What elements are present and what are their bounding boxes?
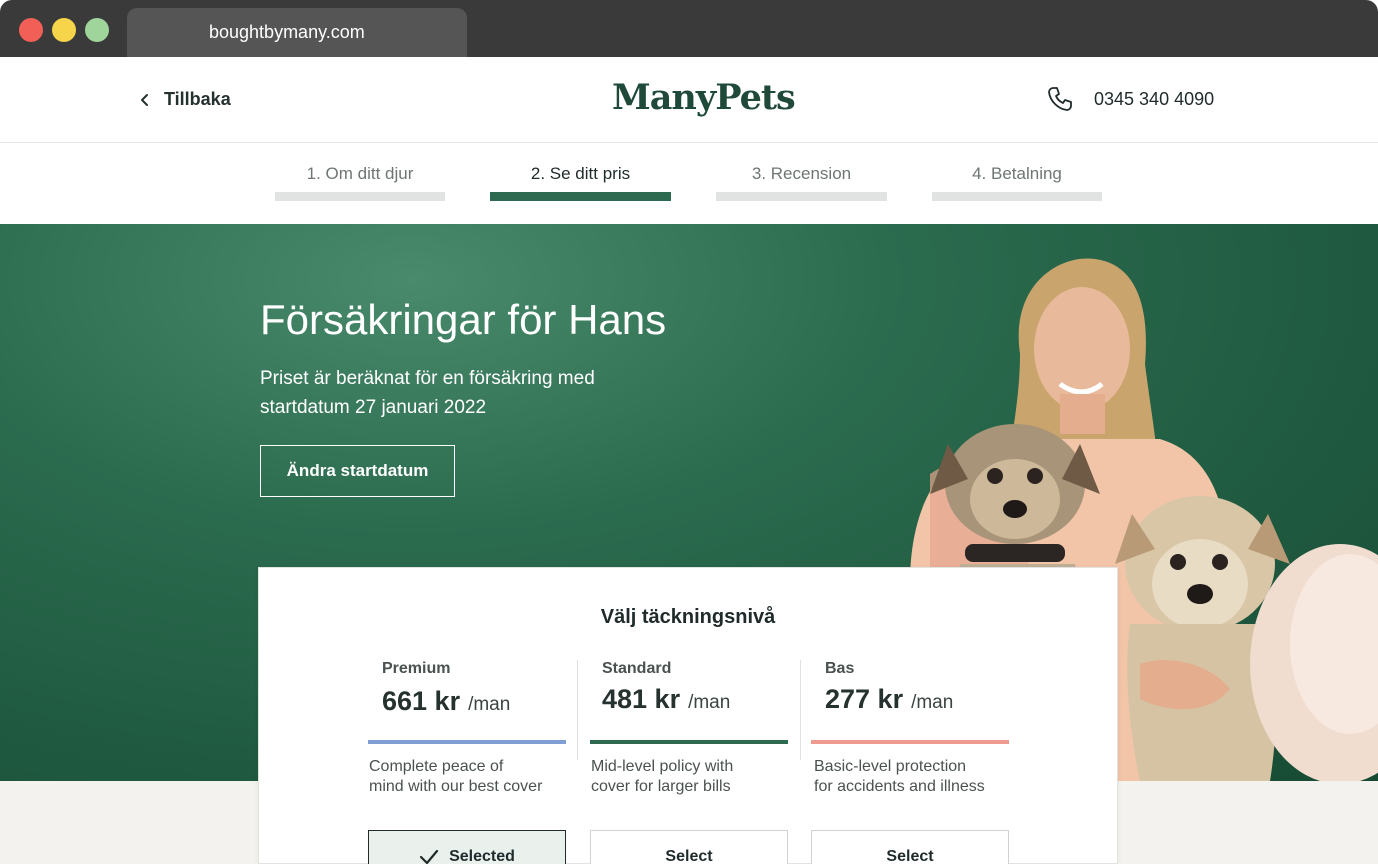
bas-select-button[interactable]: Select (811, 830, 1009, 864)
plan-price-amount: 661 kr (382, 686, 461, 716)
plan-divider (800, 660, 801, 760)
plan-description: Mid-level policy with cover for larger b… (591, 757, 791, 797)
manypets-logo[interactable]: ManyPets (612, 77, 796, 118)
step-bar (932, 192, 1102, 201)
checkmark-icon (419, 849, 439, 864)
chevron-left-icon (141, 93, 148, 106)
minimize-window-button[interactable] (52, 18, 76, 42)
hero-subtitle: Priset är beräknat för en försäkring med… (260, 364, 680, 422)
plan-name: Standard (602, 660, 672, 677)
progress-steps: 1. Om ditt djur 2. Se ditt pris 3. Recen… (0, 143, 1378, 224)
plan-description-line: for accidents and illness (814, 778, 985, 795)
back-label: Tillbaka (164, 89, 231, 109)
step-label: 1. Om ditt djur (306, 164, 414, 183)
coverage-card: Välj täckningsnivå Premium 661 kr/man Co… (258, 567, 1118, 864)
step-bar (716, 192, 887, 201)
plan-price-period: /man (468, 694, 511, 715)
premium-selected-button[interactable]: Selected (368, 830, 566, 864)
plan-price-amount: 277 kr (825, 684, 904, 714)
phone-icon (1048, 87, 1072, 111)
plan-accent-line (368, 740, 566, 744)
plan-button-label: Select (665, 848, 713, 864)
plan-description: Complete peace of mind with our best cov… (369, 757, 569, 797)
plan-bas: Bas 277 kr/man Basic-level protection fo… (811, 660, 1009, 864)
maximize-window-button[interactable] (85, 18, 109, 42)
close-window-button[interactable] (19, 18, 43, 42)
step-bar (275, 192, 445, 201)
plan-accent-line (811, 740, 1009, 744)
phone-contact[interactable]: 0345 340 4090 (1046, 85, 1214, 113)
plan-description: Basic-level protection for accidents and… (814, 757, 1014, 797)
plan-price-period: /man (688, 692, 731, 713)
step-label: 2. Se ditt pris (530, 164, 631, 183)
browser-chrome: boughtbymany.com (0, 0, 1378, 57)
step-se-ditt-pris[interactable]: 2. Se ditt pris (490, 163, 671, 201)
site-header: Tillbaka ManyPets 0345 340 4090 (0, 57, 1378, 143)
plan-divider (577, 660, 578, 760)
step-betalning[interactable]: 4. Betalning (932, 163, 1102, 201)
step-bar (490, 192, 671, 201)
back-link[interactable]: Tillbaka (138, 89, 231, 110)
change-start-date-button[interactable]: Ändra startdatum (260, 445, 455, 497)
plan-description-line: Complete peace of (369, 758, 504, 775)
plan-button-label: Selected (449, 848, 515, 864)
plan-standard: Standard 481 kr/man Mid-level policy wit… (590, 660, 788, 864)
plan-button-label: Select (886, 848, 934, 864)
step-label: 3. Recension (751, 164, 852, 183)
step-om-ditt-djur[interactable]: 1. Om ditt djur (275, 163, 445, 201)
plan-name: Bas (825, 660, 855, 677)
plan-price: 661 kr/man (382, 686, 510, 717)
plan-price-period: /man (911, 692, 954, 713)
standard-select-button[interactable]: Select (590, 830, 788, 864)
hero-subtitle-line: startdatum 27 januari 2022 (260, 397, 487, 418)
plan-premium: Premium 661 kr/man Complete peace of min… (368, 660, 566, 864)
plan-description-line: cover for larger bills (591, 778, 731, 795)
plan-description-line: Mid-level policy with (591, 758, 734, 775)
plan-description-line: mind with our best cover (369, 778, 543, 795)
plan-accent-line (590, 740, 788, 744)
plan-price-amount: 481 kr (602, 684, 681, 714)
plan-name: Premium (382, 660, 451, 677)
plan-price: 277 kr/man (825, 684, 953, 715)
plan-description-line: Basic-level protection (814, 758, 967, 775)
hero-subtitle-line: Priset är beräknat för en försäkring med (260, 368, 595, 389)
page-title: Försäkringar för Hans (260, 296, 667, 343)
coverage-title: Välj täckningsnivå (600, 606, 776, 628)
browser-tab[interactable]: boughtbymany.com (127, 8, 467, 57)
browser-tab-title: boughtbymany.com (209, 22, 365, 42)
plan-price: 481 kr/man (602, 684, 730, 715)
step-recension[interactable]: 3. Recension (716, 163, 887, 201)
phone-number: 0345 340 4090 (1094, 88, 1215, 109)
step-label: 4. Betalning (972, 164, 1062, 183)
